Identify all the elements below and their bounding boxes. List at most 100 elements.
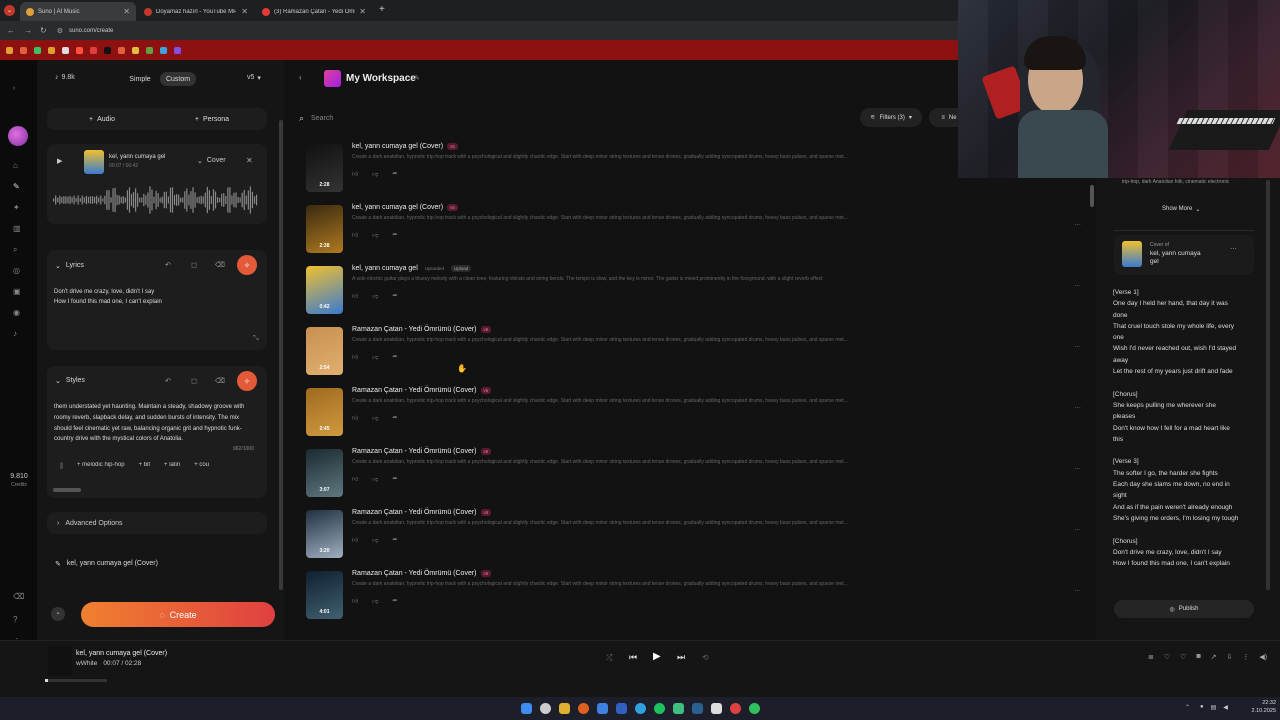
bookmark-icon[interactable] <box>76 46 83 54</box>
copy-icon[interactable]: ◻ <box>187 374 201 388</box>
next-icon[interactable]: ⏭ <box>677 652 685 663</box>
bookmark-icon[interactable] <box>146 46 153 54</box>
close-icon[interactable]: ✕ <box>359 7 366 16</box>
resize-icon[interactable]: ⤡ <box>253 335 259 343</box>
play-icon[interactable]: ▶ <box>57 157 62 165</box>
scroll-thumb[interactable] <box>53 488 81 492</box>
magic-wand-icon[interactable]: ✧ <box>237 255 257 275</box>
app-icon[interactable] <box>596 703 608 714</box>
close-icon[interactable]: ✕ <box>246 156 253 165</box>
share-icon[interactable]: ➦ <box>392 353 397 361</box>
lyrics-header[interactable]: ⌄ Lyrics <box>55 262 84 270</box>
song-title[interactable]: Ramazan Çatan - Yedi Ömrümü (Cover) v5 <box>352 448 492 455</box>
style-tag[interactable]: + cou <box>194 462 209 468</box>
create-button[interactable]: ◌ Create <box>81 602 275 627</box>
styles-input[interactable]: them understated yet haunting. Maintain … <box>54 402 249 454</box>
dislike-icon[interactable]: 👎︎ <box>372 231 378 239</box>
song-title[interactable]: kel, yann cumaya gel (Cover) v5 <box>352 143 458 150</box>
advanced-options[interactable]: › Advanced Options <box>47 512 267 534</box>
publish-button[interactable]: ◎ Publish <box>1114 600 1254 618</box>
mode-simple-button[interactable]: Simple <box>123 72 157 86</box>
comment-icon[interactable]: ◙ <box>1196 653 1200 661</box>
add-audio-button[interactable]: + Audio <box>47 108 157 130</box>
search-icon[interactable] <box>539 703 551 714</box>
close-icon[interactable]: ✕ <box>123 7 130 16</box>
telegram-icon[interactable] <box>634 703 646 714</box>
player-artist[interactable]: wWhite <box>76 660 97 667</box>
panel-scrollbar[interactable] <box>279 120 283 590</box>
help-icon[interactable]: ? <box>13 615 17 624</box>
song-row[interactable]: 3:07 Ramazan Çatan - Yedi Ömrümü (Cover)… <box>304 445 1084 506</box>
chrome-icon[interactable] <box>577 703 589 714</box>
expand-icon[interactable]: › <box>13 85 15 92</box>
reload-icon[interactable]: ↻ <box>40 26 47 35</box>
home-icon[interactable]: ⌂ <box>13 161 18 170</box>
url-field[interactable]: suno.com/create <box>69 28 113 34</box>
share-icon[interactable]: ➦ <box>392 597 397 605</box>
share-icon[interactable]: ➦ <box>392 475 397 483</box>
song-title[interactable]: kel, yann cumaya gel (Cover) v5 <box>352 204 458 211</box>
bookmark-icon[interactable] <box>20 46 27 54</box>
like-icon[interactable]: 👍︎ <box>352 170 358 178</box>
like-icon[interactable]: 👍︎ <box>352 292 358 300</box>
back-icon[interactable]: ‹ <box>299 73 302 82</box>
style-tag[interactable]: + bit <box>139 462 151 468</box>
song-row[interactable]: 2:45 Ramazan Çatan - Yedi Ömrümü (Cover)… <box>304 384 1084 445</box>
delete-icon[interactable]: ▪ <box>51 607 65 621</box>
tab-youtube-mp3[interactable]: Doyamaz hazırl - YouTube MP3 ✕ <box>138 2 254 21</box>
hooks-icon[interactable]: ◉ <box>13 308 20 317</box>
bookmark-icon[interactable] <box>174 46 181 54</box>
more-icon[interactable]: ⋯ <box>1074 282 1081 290</box>
copy-icon[interactable]: ◻ <box>187 258 201 272</box>
share-icon[interactable]: ↗ <box>1211 653 1217 661</box>
undo-icon[interactable]: ↶ <box>161 374 175 388</box>
bookmark-icon[interactable] <box>104 46 111 54</box>
close-icon[interactable]: ✕ <box>241 7 248 16</box>
dislike-icon[interactable]: 👎︎ <box>372 597 378 605</box>
tray-chevron-icon[interactable]: ⌃ <box>1185 704 1190 711</box>
add-persona-button[interactable]: + Persona <box>157 108 267 130</box>
create-icon[interactable]: ✎ <box>13 182 20 191</box>
song-row[interactable]: 4:01 Ramazan Çatan - Yedi Ömrümü (Cover)… <box>304 567 1084 628</box>
trash-icon[interactable]: ⌫ <box>213 258 227 272</box>
bookmark-icon[interactable] <box>62 46 69 54</box>
magic-wand-icon[interactable]: ✧ <box>237 371 257 391</box>
more-icon[interactable]: ⋯ <box>1074 221 1081 229</box>
bookmark-icon[interactable] <box>118 46 125 54</box>
tags-scrollbar[interactable] <box>47 488 267 492</box>
song-row[interactable]: 3:20 Ramazan Çatan - Yedi Ömrümü (Cover)… <box>304 506 1084 567</box>
app-icon[interactable] <box>710 703 722 714</box>
search-bar[interactable]: ⌕ Search <box>299 108 844 128</box>
dislike-icon[interactable]: 👎︎ <box>372 170 378 178</box>
share-icon[interactable]: ➦ <box>392 536 397 544</box>
whatsapp-icon[interactable] <box>748 703 760 714</box>
show-more-button[interactable]: Show More ⌄ <box>1162 206 1200 213</box>
share-icon[interactable]: ➦ <box>392 414 397 422</box>
volume-icon[interactable]: ◀) <box>1259 653 1267 661</box>
tab-suno[interactable]: Suno | AI Music ✕ <box>20 2 136 21</box>
bookmark-icon[interactable] <box>6 46 13 54</box>
like-icon[interactable]: 👍︎ <box>352 475 358 483</box>
style-tag[interactable]: + latin <box>164 462 180 468</box>
forward-icon[interactable]: → <box>24 26 32 35</box>
song-title[interactable]: Ramazan Çatan - Yedi Ömrümü (Cover) v5 <box>352 570 492 577</box>
studio-icon[interactable]: ▣ <box>13 287 21 296</box>
file-explorer-icon[interactable] <box>558 703 570 714</box>
app-icon[interactable] <box>672 703 684 714</box>
library-icon[interactable]: ▥ <box>13 224 21 233</box>
more-icon[interactable]: ⋯ <box>1074 404 1081 412</box>
start-icon[interactable] <box>520 703 532 714</box>
bookmark-icon[interactable] <box>34 46 41 54</box>
share-icon[interactable]: ➦ <box>392 292 397 300</box>
song-title[interactable]: Ramazan Çatan - Yedi Ömrümü (Cover) v5 <box>352 326 492 333</box>
spotify-icon[interactable] <box>653 703 665 714</box>
dislike-icon[interactable]: 👎︎ <box>372 292 378 300</box>
download-icon[interactable]: ⇩ <box>1227 653 1233 661</box>
site-info-icon[interactable]: ⚙ <box>57 27 63 35</box>
more-icon[interactable]: ⋯ <box>1074 587 1081 595</box>
song-title[interactable]: Ramazan Çatan - Yedi Ömrümü (Cover) v5 <box>352 387 492 394</box>
mode-custom-button[interactable]: Custom <box>160 72 196 86</box>
list-scrollbar[interactable] <box>1090 185 1094 207</box>
cover-of-card[interactable]: Cover of kel, yann cumaya gel ⋯ <box>1114 235 1254 275</box>
like-icon[interactable]: 👍︎ <box>352 353 358 361</box>
